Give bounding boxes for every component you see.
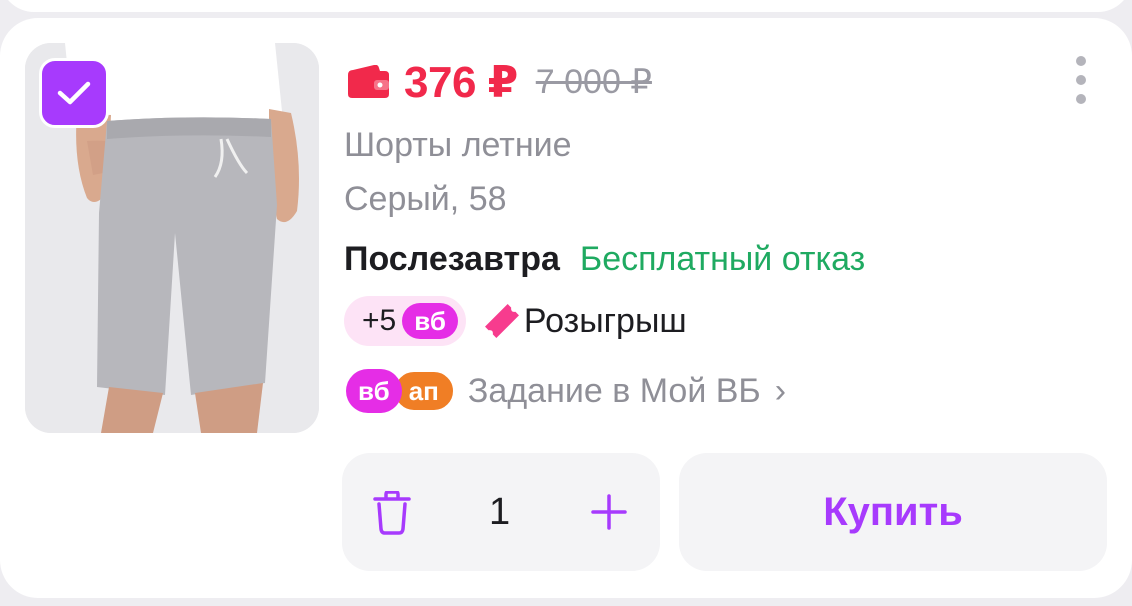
check-icon (57, 81, 91, 105)
previous-cart-item (0, 0, 1132, 12)
wb-badge: вб (402, 303, 458, 339)
task-link[interactable]: вб ап Задание в Мой ВБ › (346, 368, 786, 414)
bonus-value: +5 (362, 304, 397, 337)
buy-button[interactable]: Купить (679, 453, 1107, 571)
plus-icon[interactable] (590, 493, 628, 531)
menu-dot (1076, 94, 1086, 104)
raffle-label[interactable]: Розыгрыш (524, 302, 687, 341)
ticket-icon (484, 304, 519, 338)
more-vertical-icon[interactable] (1068, 56, 1094, 104)
quantity-value: 1 (489, 491, 511, 533)
bonus-row: +5 вб Розыгрыш (344, 296, 687, 346)
chevron-right-icon: › (774, 371, 787, 410)
free-refusal-label: Бесплатный отказ (579, 240, 866, 278)
menu-dot (1076, 56, 1086, 66)
task-text: Задание в Мой ВБ (467, 371, 761, 410)
price-row: 376 ₽ 7 000 ₽ (344, 54, 652, 110)
menu-dot (1076, 75, 1086, 85)
select-checkbox[interactable] (39, 58, 109, 128)
bonus-points-pill[interactable]: +5 вб (344, 296, 466, 346)
product-variant: Серый, 58 (344, 180, 507, 218)
product-name[interactable]: Шорты летние (344, 126, 572, 165)
old-price: 7 000 ₽ (535, 63, 652, 101)
wb-badge: вб (346, 369, 402, 413)
quantity-stepper: 1 (342, 453, 660, 571)
current-price: 376 ₽ (404, 57, 518, 107)
wallet-icon (348, 65, 389, 98)
delivery-date: Послезавтра (344, 240, 560, 278)
delivery-row: Послезавтра Бесплатный отказ (344, 240, 865, 279)
trash-icon[interactable] (372, 491, 412, 535)
